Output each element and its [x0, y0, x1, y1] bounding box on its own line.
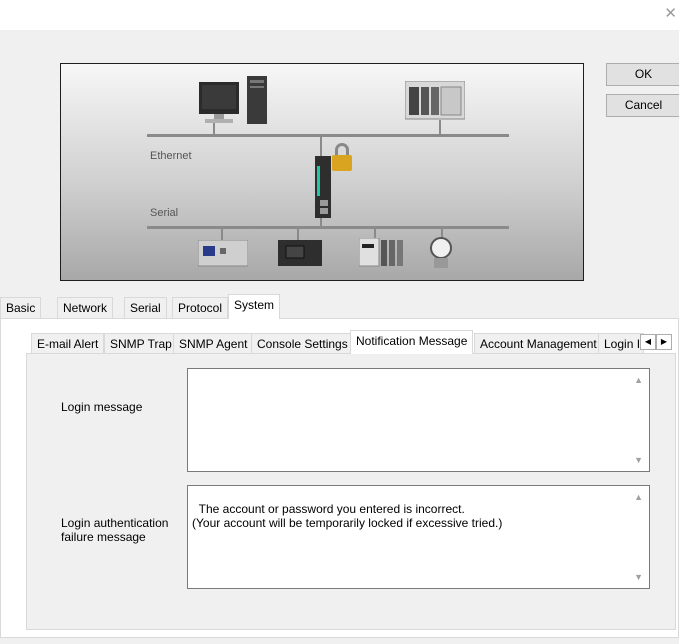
tab-account-management[interactable]: Account Management [474, 333, 603, 353]
serial-label: Serial [150, 207, 179, 219]
tab-console-settings[interactable]: Console Settings [251, 333, 354, 353]
scroll-up-icon[interactable]: ▲ [634, 373, 643, 387]
tab-notification-message[interactable]: Notification Message [350, 330, 474, 354]
failure-message-textarea[interactable]: The account or password you entered is i… [187, 485, 650, 589]
failure-message-text: The account or password you entered is i… [192, 502, 503, 530]
serial-drop [297, 228, 299, 240]
chevron-right-icon[interactable]: ▶ [656, 334, 672, 350]
tab-snmp-trap[interactable]: SNMP Trap [104, 333, 178, 353]
tab-network[interactable]: Network [57, 297, 114, 318]
device-server-icon [315, 143, 352, 218]
chevron-left-icon[interactable]: ◀ [640, 334, 656, 350]
tab-snmp-agent[interactable]: SNMP Agent [173, 333, 254, 353]
scroll-down-icon[interactable]: ▼ [634, 570, 643, 584]
ethernet-label: Ethernet [150, 150, 192, 162]
tab-email-alert[interactable]: E-mail Alert [31, 333, 105, 353]
login-message-label: Login message [61, 400, 143, 414]
ok-button[interactable]: OK [606, 63, 679, 86]
controller-device-icon [278, 240, 322, 266]
tab-scroll-arrows: ◀ ▶ [638, 334, 674, 350]
pc-icon [199, 76, 267, 124]
io-module-icon [359, 238, 403, 267]
cancel-button[interactable]: Cancel [606, 94, 679, 117]
failure-message-label: Login authentication failure message [61, 516, 169, 544]
serial-drop [221, 228, 223, 240]
tab-basic[interactable]: Basic [0, 297, 42, 318]
plc-icon [405, 81, 465, 120]
serial-bus [147, 226, 509, 229]
login-message-textarea[interactable]: ▲ ▼ [187, 368, 650, 472]
close-icon[interactable]: ✕ [664, 4, 677, 22]
network-diagram: Ethernet Serial [60, 63, 584, 281]
tab-serial[interactable]: Serial [124, 297, 167, 318]
meter-device-icon [198, 240, 248, 267]
scroll-up-icon[interactable]: ▲ [634, 490, 643, 504]
title-bar: ✕ [0, 0, 679, 30]
scroll-down-icon[interactable]: ▼ [634, 453, 643, 467]
gauge-device-icon [430, 237, 452, 268]
tab-protocol[interactable]: Protocol [172, 297, 229, 318]
tab-system[interactable]: System [228, 294, 281, 319]
ethernet-drop [439, 120, 441, 135]
ethernet-bus [147, 134, 509, 137]
